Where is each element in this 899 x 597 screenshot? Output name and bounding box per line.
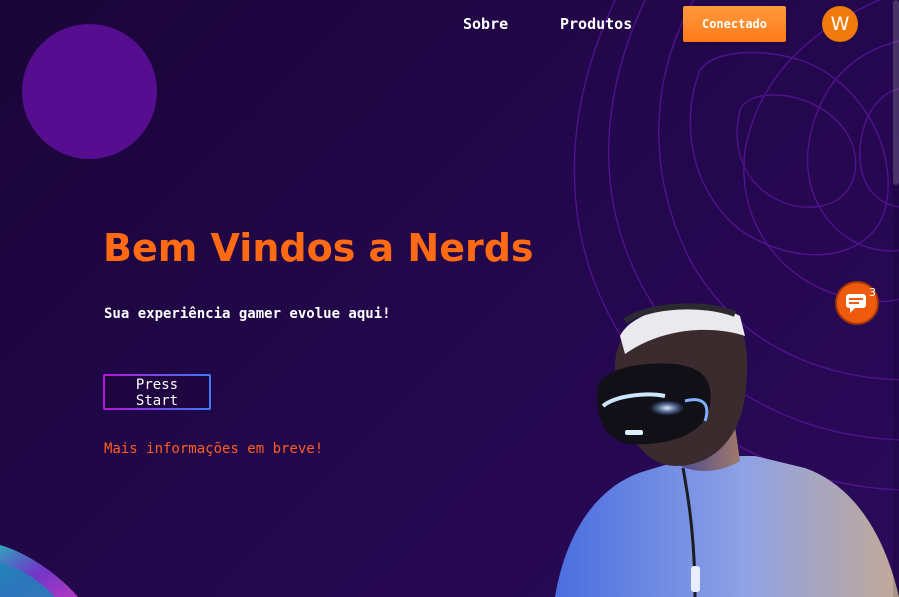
press-start-button[interactable]: Press Start bbox=[103, 374, 211, 410]
decorative-swirl bbox=[0, 545, 78, 597]
scrollbar-thumb[interactable] bbox=[893, 0, 899, 185]
info-text: Mais informações em breve! bbox=[104, 441, 324, 457]
vr-gamer-image bbox=[555, 303, 899, 597]
nav-link-produtos[interactable]: Produtos bbox=[560, 15, 632, 33]
connected-button[interactable]: Conectado bbox=[683, 6, 786, 42]
chat-badge-count: 3 bbox=[869, 286, 876, 299]
user-avatar[interactable]: W bbox=[822, 6, 858, 42]
hero-subtitle: Sua experiência gamer evolue aqui! bbox=[104, 306, 391, 322]
hero-title: Bem Vindos a Nerds bbox=[103, 226, 534, 270]
nav-link-sobre[interactable]: Sobre bbox=[463, 15, 508, 33]
top-navigation: Sobre Produtos Conectado W bbox=[0, 0, 899, 48]
